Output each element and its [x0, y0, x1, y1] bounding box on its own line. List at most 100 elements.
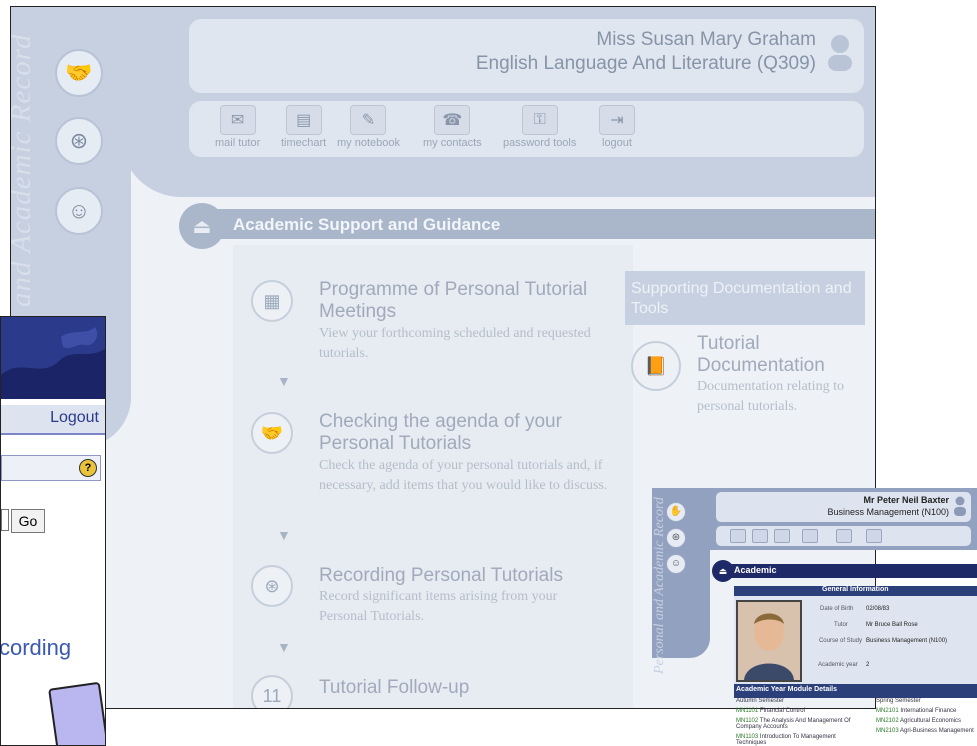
book-icon[interactable]: 📙	[631, 341, 681, 391]
phone-icon: ☎	[434, 105, 471, 135]
module-row[interactable]: MN1102 The Analysis And Management Of Co…	[736, 718, 866, 730]
modules-title: Academic Year Module Details	[736, 686, 838, 693]
field-label: Academic year	[818, 662, 858, 668]
password-tools-button[interactable]: ⚿ password tools	[503, 105, 576, 149]
door-icon[interactable]	[866, 529, 882, 543]
programme-name: English Language And Literature (Q309)	[475, 53, 816, 74]
student-face-icon[interactable]: ☺	[55, 187, 103, 235]
tape-icon[interactable]: ⊛	[251, 565, 293, 607]
tape-icon[interactable]: ⊛	[55, 117, 103, 165]
tape-icon[interactable]: ⊛	[666, 528, 686, 548]
module-name: Agricultural Economics	[900, 718, 962, 724]
partial-heading: cording	[0, 635, 72, 660]
field-label: Date of Birth	[820, 606, 854, 612]
autumn-semester-label: Autumn Semester	[736, 698, 785, 704]
eject-up-icon[interactable]: ⏏	[179, 203, 225, 249]
my-contacts-button[interactable]: ☎ my contacts	[423, 105, 482, 149]
programme-name: Business Management (N100)	[827, 507, 949, 517]
tool-label: mail tutor	[215, 137, 261, 149]
logout-link[interactable]: Logout	[50, 409, 99, 427]
module-row[interactable]: MN2102 Agricultural Economics	[876, 718, 976, 724]
module-row[interactable]: MN2101 International Finance	[876, 708, 976, 714]
field-value: 2	[866, 662, 870, 668]
item-description: Record significant items arising from yo…	[319, 589, 558, 624]
module-name: Financial Control	[759, 708, 805, 714]
module-name: International Finance	[900, 708, 957, 714]
handshake-icon[interactable]: ✋	[666, 502, 686, 522]
timechart-icon: ▤	[285, 105, 322, 135]
tool-label: my contacts	[423, 137, 482, 149]
tool-label: logout	[602, 137, 632, 149]
notebook-icon[interactable]	[774, 529, 790, 543]
module-code[interactable]: MN1101	[736, 708, 758, 714]
user-info-panel: Mr Peter Neil Baxter Business Management…	[716, 492, 971, 522]
student-photo	[736, 600, 802, 682]
field-label: Tutor	[834, 622, 848, 628]
user-avatar-icon	[828, 35, 852, 71]
module-code[interactable]: MN2102	[876, 718, 899, 724]
logout-button[interactable]: ⇥ logout	[599, 105, 635, 149]
general-info-title: General Information	[822, 586, 889, 593]
student-portrait	[738, 602, 800, 680]
item-description: Check the agenda of your personal tutori…	[319, 458, 608, 493]
module-code[interactable]: MN2101	[876, 708, 899, 714]
help-icon[interactable]: ?	[79, 459, 97, 477]
item-description: View your forthcoming scheduled and requ…	[319, 326, 591, 361]
user-name: Miss Susan Mary Graham	[596, 29, 816, 50]
vertical-title: Personal and Academic Record	[652, 497, 667, 674]
student-face-icon[interactable]: ☺	[666, 554, 686, 574]
section-title: Academic	[734, 565, 777, 575]
item-title[interactable]: Programme of Personal Tutorial Meetings	[319, 279, 609, 323]
toolbar	[716, 526, 971, 546]
field-label: Course of Study	[818, 638, 862, 644]
notebook-icon: ✎	[350, 105, 387, 135]
section-title: Academic Support and Guidance	[233, 215, 501, 234]
select-dropdown[interactable]	[1, 509, 9, 531]
down-arrow-icon: ▼	[277, 639, 291, 655]
module-row[interactable]: MN1103 Introduction To Management Techni…	[736, 734, 866, 746]
down-arrow-icon: ▼	[277, 527, 291, 543]
docs-item-description: Documentation relating to personal tutor…	[697, 379, 844, 414]
go-button[interactable]: Go	[11, 509, 45, 533]
field-value: 02/08/83	[866, 606, 890, 612]
document-illustration	[48, 681, 105, 745]
item-title[interactable]: Checking the agenda of your Personal Tut…	[319, 411, 609, 455]
toolbar: ✉ mail tutor ▤ timechart ✎ my notebook ☎ my …	[189, 101, 864, 157]
envelope-icon: ✉	[219, 105, 256, 135]
tool-label: password tools	[503, 137, 577, 149]
user-info-panel: Miss Susan Mary Graham English Language …	[189, 19, 864, 93]
my-notebook-button[interactable]: ✎ my notebook	[337, 105, 400, 149]
door-icon: ⇥	[599, 105, 635, 135]
phone-icon[interactable]	[802, 529, 818, 543]
item-title[interactable]: Tutorial Follow-up	[319, 677, 609, 699]
item-title[interactable]: Recording Personal Tutorials	[319, 565, 609, 587]
vertical-title: and Academic Record	[10, 33, 37, 307]
password-tools-icon[interactable]	[836, 529, 852, 543]
module-name: Agri-Business Management	[900, 728, 974, 734]
eject-up-icon[interactable]: ⏏	[712, 560, 734, 582]
field-value: Business Management (N100)	[866, 638, 948, 644]
user-name: Mr Peter Neil Baxter	[863, 495, 949, 505]
module-row[interactable]: MN2103 Agri-Business Management	[876, 728, 976, 734]
academic-record-window: Personal and Academic Record ✋ ⊛ ☺ Mr Pe…	[652, 488, 977, 746]
mail-tutor-button[interactable]: ✉ mail tutor	[215, 105, 260, 149]
tool-label: my notebook	[337, 137, 400, 149]
user-avatar-icon	[954, 496, 966, 516]
module-row[interactable]: MN1101 Financial Control	[736, 708, 866, 714]
handshake-icon[interactable]: 🤝	[251, 412, 293, 454]
password-tools-icon: ⚿	[521, 105, 558, 135]
logout-window: Logout ? Go cording	[0, 316, 106, 746]
calendar-icon[interactable]: ▦	[251, 280, 293, 322]
banner-lion-logo	[1, 317, 105, 399]
timechart-icon[interactable]	[752, 529, 768, 543]
handshake-icon[interactable]: 🤝	[55, 49, 103, 97]
envelope-icon[interactable]	[730, 529, 746, 543]
docs-heading: Supporting Documentation and Tools	[631, 280, 852, 317]
lion-crest-icon	[1, 327, 105, 399]
module-code[interactable]: MN2103	[876, 728, 899, 734]
field-value: Mr Bruce Ball Rose	[866, 622, 918, 628]
timechart-button[interactable]: ▤ timechart	[281, 105, 326, 149]
calendar-11-icon[interactable]: 11	[251, 675, 293, 708]
tool-label: timechart	[281, 137, 327, 149]
docs-item-title[interactable]: Tutorial Documentation	[697, 333, 867, 377]
